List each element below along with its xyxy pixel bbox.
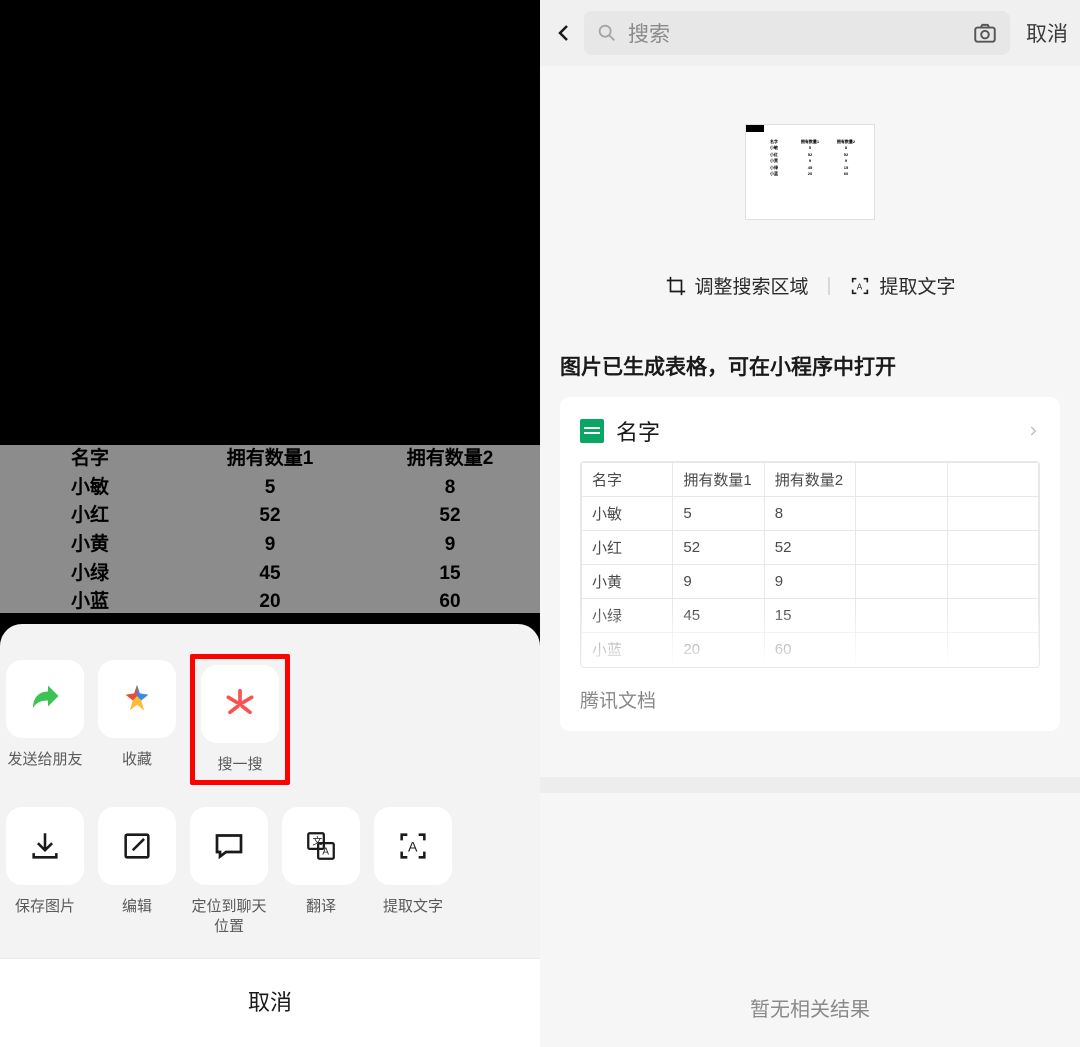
divider: | xyxy=(827,275,832,297)
share-translate[interactable]: 文A 翻译 xyxy=(282,807,360,917)
chevron-right-icon xyxy=(1026,424,1040,438)
share-favorite[interactable]: 收藏 xyxy=(98,660,176,770)
chat-icon xyxy=(211,828,247,864)
ocr-icon: A xyxy=(396,829,430,863)
extract-text-button[interactable]: A 提取文字 xyxy=(849,272,955,299)
crop-area-button[interactable]: 调整搜索区域 xyxy=(665,272,809,299)
preview-table: 名字 拥有数量1 拥有数量2 小敏58 小红5252 小黄99 小绿4515 小… xyxy=(0,445,540,617)
crop-icon xyxy=(665,275,687,297)
search-cancel-button[interactable]: 取消 xyxy=(1026,18,1068,48)
highlighted-search-option: 搜一搜 xyxy=(190,654,290,786)
search-input[interactable]: 搜索 xyxy=(584,11,1010,55)
col-header: 拥有数量1 xyxy=(180,445,360,474)
share-save-image[interactable]: 保存图片 xyxy=(6,807,84,917)
result-table: 名字 拥有数量1 拥有数量2 小敏58 小红5252 小黄99 小绿4515 小… xyxy=(580,461,1040,668)
svg-text:文: 文 xyxy=(313,835,323,848)
left-panel: 名字 拥有数量1 拥有数量2 小敏58 小红5252 小黄99 小绿4515 小… xyxy=(0,0,540,1047)
no-result-text: 暂无相关结果 xyxy=(540,793,1080,1022)
table-row: 小蓝2060 xyxy=(582,633,1039,667)
favorite-icon xyxy=(120,682,154,716)
spreadsheet-icon xyxy=(580,419,604,443)
result-heading: 图片已生成表格，可在小程序中打开 xyxy=(540,333,1080,397)
search-spark-icon xyxy=(220,684,260,724)
section-divider xyxy=(540,777,1080,793)
search-bar: 搜索 取消 xyxy=(540,0,1080,66)
table-row: 小黄99 xyxy=(582,565,1039,599)
share-row-2: 保存图片 编辑 定位到聊天位置 文A 翻译 A 提取文字 xyxy=(0,807,540,936)
download-icon xyxy=(28,829,62,863)
table-row: 小红5252 xyxy=(582,531,1039,565)
thumbnail[interactable]: 名字拥有数量1拥有数量2 小敏58 小红5252 小黄99 小绿4515 小蓝2… xyxy=(745,124,875,220)
card-source: 腾讯文档 xyxy=(560,668,1060,717)
svg-text:A: A xyxy=(857,282,863,291)
result-card[interactable]: 名字 名字 拥有数量1 拥有数量2 小敏58 小红5252 小黄99 小绿451… xyxy=(560,397,1060,731)
share-search[interactable]: 搜一搜 xyxy=(201,665,279,775)
translate-icon: 文A xyxy=(304,829,338,863)
image-preview: 名字 拥有数量1 拥有数量2 小敏58 小红5252 小黄99 小绿4515 小… xyxy=(0,445,540,613)
svg-text:A: A xyxy=(322,847,329,858)
edit-icon xyxy=(120,829,154,863)
thumbnail-area: 名字拥有数量1拥有数量2 小敏58 小红5252 小黄99 小绿4515 小蓝2… xyxy=(540,66,1080,230)
image-tools: 调整搜索区域 | A 提取文字 xyxy=(540,230,1080,333)
search-icon xyxy=(596,22,618,44)
share-sheet: 发送给朋友 收藏 搜一搜 保存图片 编辑 xyxy=(0,624,540,1047)
share-extract-text[interactable]: A 提取文字 xyxy=(374,807,452,917)
cancel-button[interactable]: 取消 xyxy=(0,958,540,1047)
ocr-icon: A xyxy=(849,275,871,297)
share-row-1: 发送给朋友 收藏 搜一搜 xyxy=(0,660,540,786)
col-header: 名字 xyxy=(0,445,180,474)
share-locate-chat[interactable]: 定位到聊天位置 xyxy=(190,807,268,936)
back-icon[interactable] xyxy=(552,21,576,45)
share-edit[interactable]: 编辑 xyxy=(98,807,176,917)
right-panel: 搜索 取消 名字拥有数量1拥有数量2 小敏58 小红5252 小黄99 小绿45… xyxy=(540,0,1080,1047)
share-send-friend[interactable]: 发送给朋友 xyxy=(6,660,84,770)
search-placeholder: 搜索 xyxy=(628,18,972,48)
card-title: 名字 xyxy=(616,415,1026,447)
table-row: 小绿4515 xyxy=(582,599,1039,633)
share-icon xyxy=(27,681,63,717)
svg-text:A: A xyxy=(408,840,418,856)
card-header[interactable]: 名字 xyxy=(560,415,1060,461)
table-row: 小敏58 xyxy=(582,497,1039,531)
camera-icon[interactable] xyxy=(972,20,998,46)
col-header: 拥有数量2 xyxy=(360,445,540,474)
